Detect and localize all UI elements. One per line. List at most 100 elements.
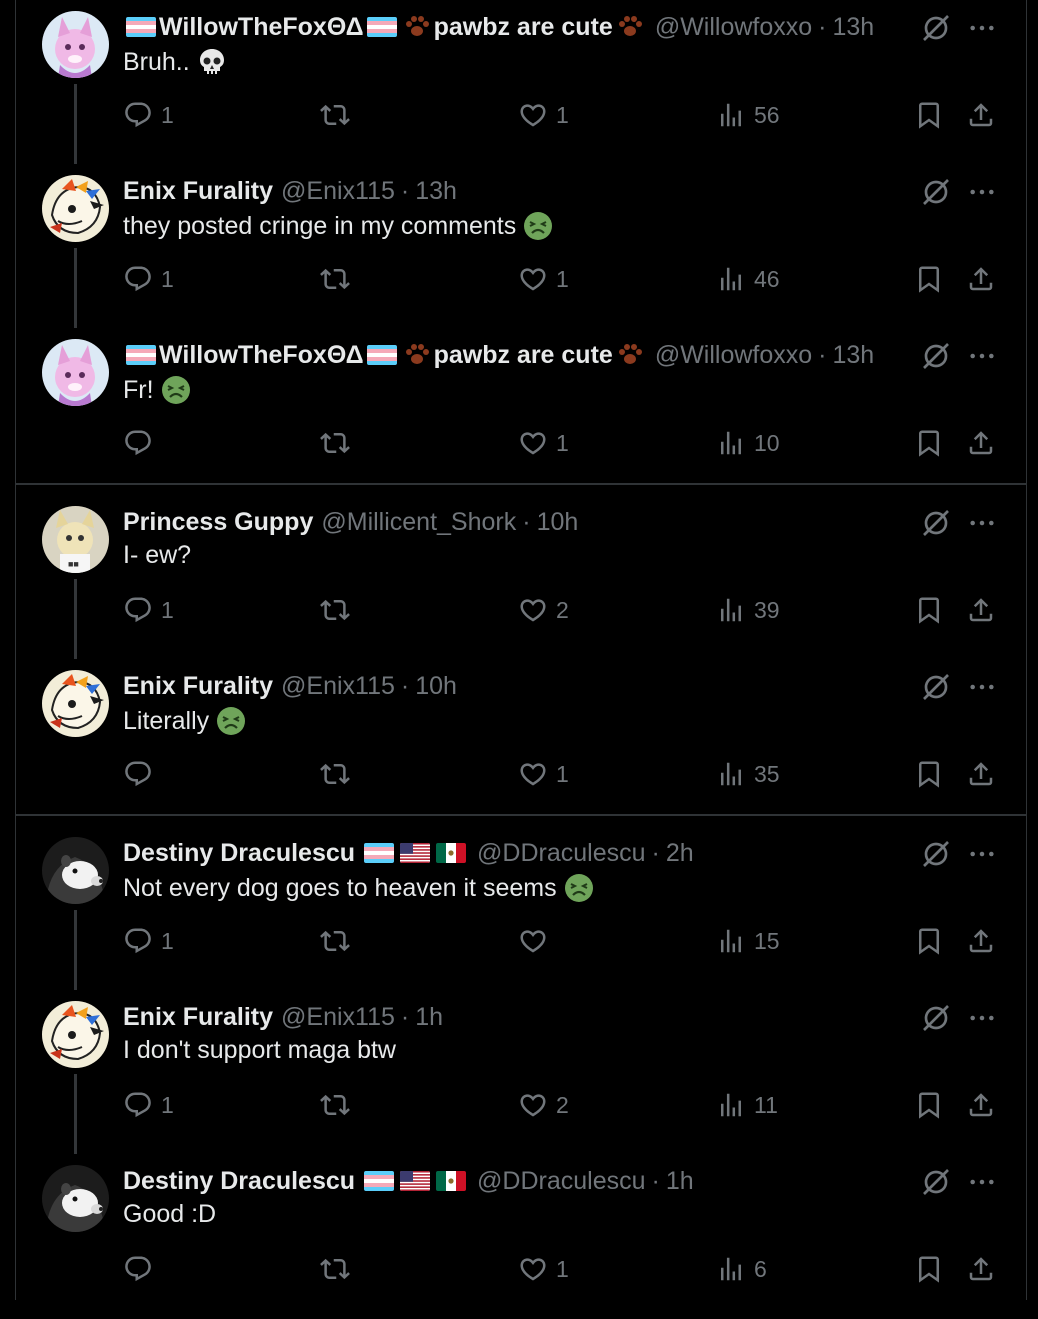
retweet-button[interactable] [320, 100, 350, 130]
share-button[interactable] [966, 926, 996, 956]
avatar[interactable] [42, 175, 109, 242]
share-button[interactable] [966, 1254, 996, 1284]
bookmark-button[interactable] [914, 428, 944, 458]
tweet[interactable]: WillowTheFoxΘΔ pawbz are cute @Willowfoxxo… [0, 0, 1038, 165]
like-button[interactable]: 1 [518, 264, 569, 294]
grok-icon[interactable] [920, 12, 952, 44]
avatar[interactable] [42, 11, 109, 78]
display-name[interactable]: Enix Furality [123, 1003, 273, 1032]
bookmark-button[interactable] [914, 595, 944, 625]
views-button[interactable]: 39 [716, 595, 780, 625]
grok-icon[interactable] [920, 1002, 952, 1034]
grok-icon[interactable] [920, 671, 952, 703]
bookmark-button[interactable] [914, 264, 944, 294]
bookmark-button[interactable] [914, 759, 944, 789]
more-icon[interactable] [966, 1002, 998, 1034]
timestamp[interactable]: 13h [833, 341, 875, 370]
retweet-button[interactable] [320, 926, 350, 956]
share-button[interactable] [966, 595, 996, 625]
more-icon[interactable] [966, 176, 998, 208]
user-handle[interactable]: @Willowfoxxo [655, 13, 812, 42]
views-button[interactable]: 35 [716, 759, 780, 789]
timestamp[interactable]: 2h [666, 839, 694, 868]
retweet-button[interactable] [320, 1254, 350, 1284]
grok-icon[interactable] [920, 340, 952, 372]
display-name[interactable]: Princess Guppy [123, 508, 313, 537]
more-icon[interactable] [966, 838, 998, 870]
like-button[interactable] [518, 926, 556, 956]
more-icon[interactable] [966, 340, 998, 372]
reply-button[interactable]: 1 [123, 595, 174, 625]
timestamp[interactable]: 13h [833, 13, 875, 42]
reply-button[interactable]: 1 [123, 1090, 174, 1120]
timestamp[interactable]: 1h [415, 1003, 443, 1032]
more-icon[interactable] [966, 1166, 998, 1198]
retweet-button[interactable] [320, 595, 350, 625]
retweet-button[interactable] [320, 264, 350, 294]
grok-icon[interactable] [920, 1166, 952, 1198]
bookmark-button[interactable] [914, 1254, 944, 1284]
grok-icon[interactable] [920, 838, 952, 870]
display-name[interactable]: WillowTheFoxΘΔ [159, 341, 364, 370]
views-button[interactable]: 56 [716, 100, 780, 130]
views-button[interactable]: 46 [716, 264, 780, 294]
share-button[interactable] [966, 1090, 996, 1120]
display-name[interactable]: Destiny Draculescu [123, 839, 355, 868]
share-button[interactable] [966, 264, 996, 294]
tweet[interactable]: Enix Furality @Enix115 · 1h I don't support … [0, 990, 1038, 1155]
user-handle[interactable]: @Millicent_Shork [321, 508, 516, 537]
retweet-button[interactable] [320, 428, 350, 458]
display-name[interactable]: Enix Furality [123, 177, 273, 206]
reply-button[interactable]: 1 [123, 926, 174, 956]
timestamp[interactable]: 1h [666, 1167, 694, 1196]
reply-button[interactable] [123, 759, 161, 789]
tweet[interactable]: Destiny Draculescu @DDraculescu · 1h Good :D… [0, 1154, 1038, 1319]
retweet-button[interactable] [320, 1090, 350, 1120]
grok-icon[interactable] [920, 176, 952, 208]
user-handle[interactable]: @DDraculescu [477, 1167, 645, 1196]
views-button[interactable]: 10 [716, 428, 780, 458]
avatar[interactable] [42, 339, 109, 406]
avatar[interactable] [42, 1001, 109, 1068]
tweet[interactable]: Enix Furality @Enix115 · 10h Literally 1 35 [0, 659, 1038, 824]
tweet[interactable]: Enix Furality @Enix115 · 13h they posted cri… [0, 164, 1038, 329]
reply-button[interactable]: 1 [123, 100, 174, 130]
bookmark-button[interactable] [914, 926, 944, 956]
like-button[interactable]: 2 [518, 1090, 569, 1120]
views-button[interactable]: 6 [716, 1254, 767, 1284]
grok-icon[interactable] [920, 507, 952, 539]
more-icon[interactable] [966, 507, 998, 539]
more-icon[interactable] [966, 671, 998, 703]
like-button[interactable]: 1 [518, 428, 569, 458]
display-name-suffix[interactable]: pawbz are cute [434, 341, 613, 370]
share-button[interactable] [966, 759, 996, 789]
display-name[interactable]: WillowTheFoxΘΔ [159, 13, 364, 42]
like-button[interactable]: 1 [518, 759, 569, 789]
tweet[interactable]: ■■ Princess Guppy @Millicent_Shork · 10h I- e… [0, 495, 1038, 660]
user-handle[interactable]: @Enix115 [281, 177, 395, 206]
views-button[interactable]: 11 [716, 1090, 778, 1120]
views-button[interactable]: 15 [716, 926, 780, 956]
like-button[interactable]: 1 [518, 1254, 569, 1284]
user-handle[interactable]: @DDraculescu [477, 839, 645, 868]
more-icon[interactable] [966, 12, 998, 44]
like-button[interactable]: 2 [518, 595, 569, 625]
avatar[interactable] [42, 670, 109, 737]
user-handle[interactable]: @Enix115 [281, 1003, 395, 1032]
reply-button[interactable]: 1 [123, 264, 174, 294]
user-handle[interactable]: @Willowfoxxo [655, 341, 812, 370]
display-name[interactable]: Destiny Draculescu [123, 1167, 355, 1196]
timestamp[interactable]: 10h [415, 672, 457, 701]
avatar[interactable] [42, 837, 109, 904]
bookmark-button[interactable] [914, 100, 944, 130]
avatar[interactable] [42, 1165, 109, 1232]
like-button[interactable]: 1 [518, 100, 569, 130]
share-button[interactable] [966, 100, 996, 130]
user-handle[interactable]: @Enix115 [281, 672, 395, 701]
display-name[interactable]: Enix Furality [123, 672, 273, 701]
bookmark-button[interactable] [914, 1090, 944, 1120]
tweet[interactable]: Destiny Draculescu @DDraculescu · 2h Not eve… [0, 826, 1038, 991]
reply-button[interactable] [123, 1254, 161, 1284]
timestamp[interactable]: 13h [415, 177, 457, 206]
timestamp[interactable]: 10h [537, 508, 579, 537]
